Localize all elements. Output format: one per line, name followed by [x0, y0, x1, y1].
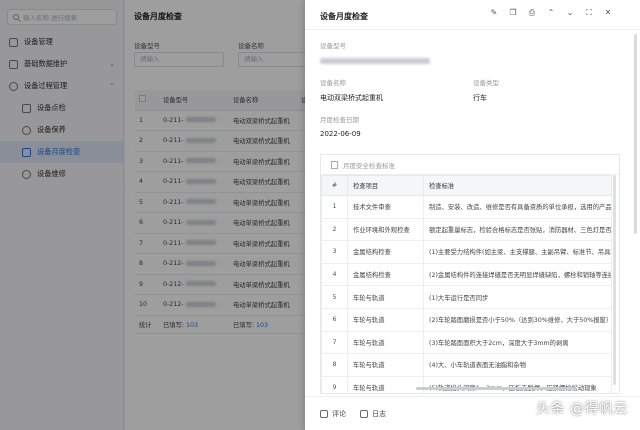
close-icon[interactable]: ✕: [604, 9, 612, 17]
table-row[interactable]: 3 金属结构检查 (1)主要受力结构件(如主梁、主支撑腿、主副吊臂、标准节、吊具横梁: [321, 240, 612, 264]
name-value: 电动双梁桥式起重机: [320, 94, 383, 102]
chevron-down-icon[interactable]: ⌄: [566, 9, 574, 17]
model-label: 设备型号: [320, 42, 346, 50]
standard-cell: (3)车轮踏面面积大于2cm，深度大于3mm的剥离: [423, 330, 612, 355]
table-row[interactable]: 2 作业环境和外观检查 额定起重量标志，检验合格标志是否张贴，消防器材、三色灯是否有: [321, 217, 612, 242]
table-row[interactable]: 6 车轮与轨道 (2)车轮踏面磨损是否小于50%（达到30%维修，大于50%报废）: [321, 307, 612, 332]
print-icon[interactable]: ⎙: [528, 9, 536, 17]
chevron-up-icon[interactable]: ⌃: [547, 9, 555, 17]
table-row[interactable]: 5 车轮与轨道 (1)大车运行是否同步: [321, 285, 612, 309]
type-label: 设备类型: [473, 79, 499, 87]
log-button[interactable]: 日志: [360, 409, 386, 419]
item-cell: 金属结构检查: [347, 262, 424, 287]
fullscreen-icon[interactable]: ⛶: [585, 9, 593, 17]
row-number: 3: [321, 240, 348, 264]
standard-cell: (1)主要受力结构件(如主梁、主支撑腿、主副吊臂、标准节、吊具横梁: [423, 240, 612, 264]
column-header: 检查项目: [347, 175, 424, 196]
item-cell: 车轮与轨道: [347, 353, 424, 377]
column-header: #: [321, 175, 348, 196]
card-title: 月度安全检查标准: [343, 161, 395, 170]
table-row[interactable]: 8 车轮与轨道 (4)大、小车轨道表面无油脂和杂物: [321, 353, 612, 377]
table-row[interactable]: 1 技术文件审查 制造、安装、改造、维修是否有具备资质的单位承担，选用的产品是: [321, 195, 612, 219]
item-cell: 作业环境和外观检查: [347, 217, 424, 242]
card-header: 月度安全检查标准: [321, 155, 619, 175]
table-row[interactable]: 4 金属结构检查 (2)金属结构件的连接焊缝是否无明显焊缝缺陷，螺栓和销轴等连接: [321, 262, 612, 287]
log-icon: [360, 409, 368, 418]
item-cell: 金属结构检查: [347, 240, 424, 264]
watermark: 头条 @得帆云: [536, 401, 628, 417]
row-number: 6: [321, 307, 348, 332]
drawer-title: 设备月度检查: [320, 12, 368, 21]
standard-cell: 制造、安装、改造、维修是否有具备资质的单位承担，选用的产品是: [423, 195, 612, 219]
item-cell: 车轮与轨道: [347, 330, 424, 355]
column-header: 检查标准: [423, 175, 612, 196]
item-cell: 车轮与轨道: [347, 307, 424, 332]
standard-cell: 额定起重量标志，检验合格标志是否张贴，消防器材、三色灯是否有: [423, 217, 612, 242]
standard-cell: (5)轨道接头间隙1～2mm，压板无脱焊，压紧螺栓松动现象: [423, 375, 612, 393]
item-cell: 车轮与轨道: [347, 375, 424, 393]
standard-cell: (2)金属结构件的连接焊缝是否无明显焊缝缺陷，螺栓和销轴等连接: [423, 262, 612, 287]
table-horizontal-scrollbar[interactable]: [416, 387, 576, 390]
date-value: 2022-06-09: [320, 130, 361, 138]
log-label: 日志: [372, 409, 386, 418]
comment-icon: [320, 409, 328, 418]
comment-label: 评论: [332, 409, 346, 418]
modal-overlay[interactable]: [0, 0, 305, 430]
item-cell: 车轮与轨道: [347, 285, 424, 309]
drawer-toolbar: ✎ ❐ ⎙ ⌃ ⌄ ⛶ ✕: [490, 9, 612, 17]
row-number: 4: [321, 262, 348, 287]
table-header: # 检查项目 检查标准: [321, 175, 612, 196]
drawer-scrollbar[interactable]: [634, 34, 637, 234]
type-value: 行车: [473, 94, 487, 102]
detail-drawer: 设备月度检查 ✎ ❐ ⎙ ⌃ ⌄ ⛶ ✕ 设备型号 设备名称 电动双梁桥式起重机…: [305, 0, 640, 430]
name-label: 设备名称: [320, 79, 346, 87]
item-cell: 技术文件审查: [347, 195, 424, 219]
comment-button[interactable]: 评论: [320, 409, 346, 419]
table-row[interactable]: 9车轮与轨道(5)轨道接头间隙1～2mm，压板无脱焊，压紧螺栓松动现象: [321, 375, 612, 393]
standard-cell: (2)车轮踏面磨损是否小于50%（达到30%维修，大于50%报废）: [423, 307, 612, 332]
row-number: 8: [321, 353, 348, 377]
row-number: 9: [321, 375, 348, 393]
table-row[interactable]: 7 车轮与轨道 (3)车轮踏面面积大于2cm，深度大于3mm的剥离: [321, 330, 612, 355]
standard-cell: (1)大车运行是否同步: [423, 285, 612, 309]
row-number: 2: [321, 217, 348, 242]
standard-card: 月度安全检查标准 # 检查项目 检查标准 1 技术文件审查 制造、安装、改造、维修是…: [320, 154, 620, 394]
date-label: 月度检查日期: [320, 116, 359, 124]
document-icon: [331, 160, 338, 169]
copy-icon[interactable]: ❐: [509, 9, 517, 17]
row-number: 1: [321, 195, 348, 219]
divider: [305, 29, 640, 30]
edit-icon[interactable]: ✎: [490, 9, 498, 17]
row-number: 7: [321, 330, 348, 355]
check-table: # 检查项目 检查标准 1 技术文件审查 制造、安装、改造、维修是否有具备资质的单位…: [321, 175, 612, 393]
table-vertical-scrollbar[interactable]: [613, 175, 616, 385]
row-number: 5: [321, 285, 348, 309]
model-value-redacted: [320, 58, 430, 64]
standard-cell: (4)大、小车轨道表面无油脂和杂物: [423, 353, 612, 377]
